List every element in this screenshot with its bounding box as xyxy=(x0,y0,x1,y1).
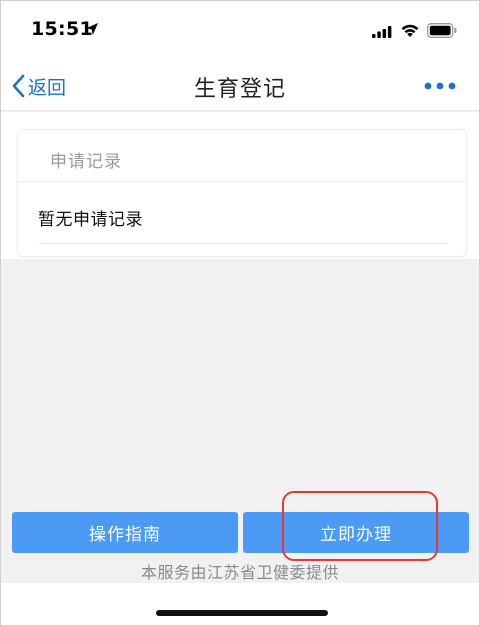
home-indicator[interactable] xyxy=(156,610,328,616)
cellular-signal-icon xyxy=(372,26,392,38)
status-bar: 15:51 xyxy=(1,1,479,61)
bottom-strip xyxy=(1,583,479,625)
apply-now-button[interactable]: 立即办理 xyxy=(243,512,469,553)
page-title: 生育登记 xyxy=(193,77,286,102)
wifi-icon xyxy=(401,24,419,37)
more-dots-icon[interactable] xyxy=(423,79,457,93)
records-header: 申请记录 xyxy=(18,130,466,182)
empty-records-text: 暂无申请记录 xyxy=(38,210,143,230)
records-header-label: 申请记录 xyxy=(50,152,122,172)
app-screen: 15:51 返回 生育登记 申请记录 暂无申请记录 操作指南 立即办理 本服务由… xyxy=(0,0,480,626)
service-provider-text: 本服务由江苏省卫健委提供 xyxy=(140,563,339,582)
operation-guide-button[interactable]: 操作指南 xyxy=(12,512,238,553)
content-panel: 申请记录 暂无申请记录 xyxy=(1,112,479,259)
application-records-card: 申请记录 暂无申请记录 xyxy=(17,129,467,257)
location-arrow-icon xyxy=(86,23,98,35)
battery-icon xyxy=(427,23,457,38)
status-time: 15:51 xyxy=(31,18,93,40)
navigation-bar: 返回 生育登记 xyxy=(1,61,479,111)
empty-records-row: 暂无申请记录 xyxy=(38,196,448,244)
